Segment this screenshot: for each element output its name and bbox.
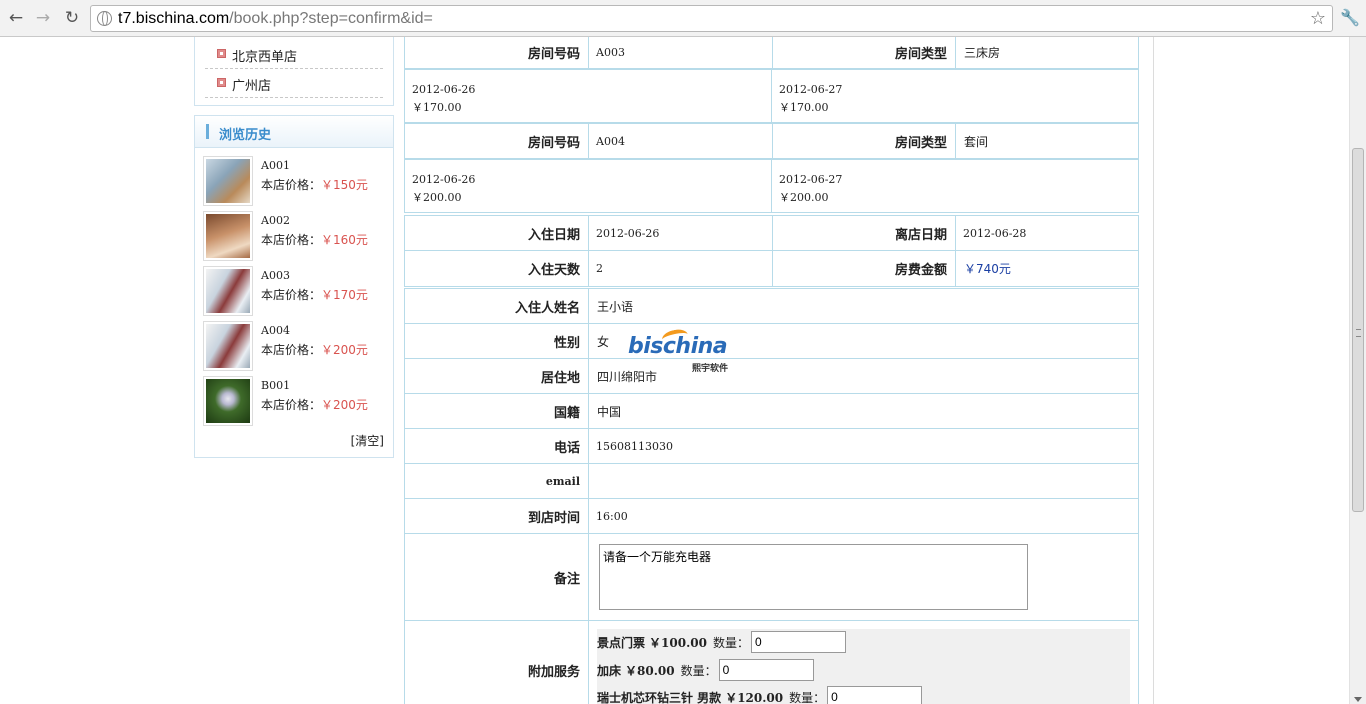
room-daily-price-table: 2012-06-26 ￥170.00 2012-06-27 ￥170.00 (404, 69, 1139, 123)
phone-value: 15608113030 (596, 439, 673, 453)
arrival-time-label: 到店时间 (405, 499, 589, 533)
price-date: 2012-06-27 (779, 83, 843, 96)
extra-services-panel: 景点门票 ￥100.00 数量： 加床 ￥80.00 数量： 瑞士机芯环钻三针 … (597, 629, 1130, 704)
store-list: 北京西单店 广州店 (194, 37, 394, 106)
price-date: 2012-06-27 (779, 173, 843, 186)
address-label: 居住地 (405, 359, 589, 393)
globe-icon (97, 11, 112, 26)
stay-summary-table: 入住日期 2012-06-26 离店日期 2012-06-28 入住天数 2 房… (404, 215, 1139, 287)
store-item[interactable]: 广州店 (205, 69, 383, 98)
room-daily-price-table: 2012-06-26 ￥200.00 2012-06-27 ￥200.00 (404, 159, 1139, 213)
history-item[interactable]: A001 本店价格：￥150元 (203, 156, 389, 206)
guest-name-label: 入住人姓名 (405, 289, 589, 323)
extra-services-label: 附加服务 (405, 621, 589, 704)
price-amount: ￥200.00 (412, 191, 462, 204)
nationality-value: 中国 (597, 404, 622, 419)
gender-label: 性别 (405, 324, 589, 358)
service-item: 景点门票 ￥100.00 数量： (597, 631, 846, 653)
room-thumbnail[interactable] (203, 321, 253, 371)
history-item[interactable]: A004 本店价格：￥200元 (203, 321, 389, 371)
guest-name-value: 王小语 (597, 299, 634, 314)
history-item[interactable]: A002 本店价格：￥160元 (203, 211, 389, 261)
room-thumbnail[interactable] (203, 266, 253, 316)
browse-history-panel: 浏览历史 A001 本店价格：￥150元 A002 本店价格：￥160元 A00… (194, 115, 394, 458)
price-amount: ￥170.00 (779, 101, 829, 114)
service-quantity-input[interactable] (827, 686, 923, 704)
history-item[interactable]: B001 本店价格：￥200元 (203, 376, 389, 426)
remark-textarea[interactable] (599, 544, 1028, 610)
history-item[interactable]: A003 本店价格：￥170元 (203, 266, 389, 316)
arrival-time-value: 16:00 (596, 509, 628, 523)
email-value (589, 464, 1138, 498)
room-number-value: A004 (589, 124, 773, 158)
room-thumbnail[interactable] (203, 156, 253, 206)
days-value: 2 (589, 251, 773, 286)
service-quantity-input[interactable] (718, 659, 814, 681)
address-bar[interactable]: t7.bischina.com/book.php?step=confirm&id… (90, 5, 1333, 32)
room-type-label: 房间类型 (773, 124, 956, 158)
wrench-menu-icon[interactable]: 🔧 (1340, 8, 1360, 27)
price-amount: ￥200.00 (779, 191, 829, 204)
browser-toolbar: ← → ↻ t7.bischina.com/book.php?step=conf… (0, 0, 1366, 37)
checkin-value: 2012-06-26 (589, 216, 773, 250)
address-url[interactable]: t7.bischina.com/book.php?step=confirm&id… (118, 9, 433, 29)
bischina-watermark-logo: bischina 熙宇软件 (628, 327, 740, 374)
room-type-value: 三床房 (964, 46, 1001, 60)
back-arrow-icon[interactable]: ← (6, 8, 26, 28)
room-type-value: 套间 (964, 134, 989, 149)
remark-cell (589, 534, 1138, 620)
daily-price-cell: 2012-06-26 ￥200.00 (405, 160, 772, 212)
booking-confirm-panel: 房间号码 A003 房间类型 三床房 2012-06-26 ￥170.00 20… (404, 37, 1154, 704)
price-date: 2012-06-26 (412, 83, 476, 96)
history-header: 浏览历史 (195, 116, 393, 148)
price-date: 2012-06-26 (412, 173, 476, 186)
vertical-scrollbar[interactable] (1349, 37, 1366, 704)
room-info-table: 房间号码 A003 房间类型 三床房 (404, 37, 1139, 69)
room-thumbnail[interactable] (203, 376, 253, 426)
daily-price-cell: 2012-06-27 ￥170.00 (772, 70, 1138, 122)
total-value: ￥740元 (964, 262, 1011, 276)
bullet-icon (217, 78, 226, 87)
forward-arrow-icon[interactable]: → (33, 8, 53, 28)
remark-label: 备注 (405, 534, 589, 620)
guest-info-table: 入住人姓名 王小语 性别 女 居住地 四川绵阳市 国籍 中国 电话 156081… (404, 288, 1139, 704)
days-label: 入住天数 (405, 251, 589, 286)
checkout-value: 2012-06-28 (963, 226, 1027, 240)
history-title: 浏览历史 (219, 128, 272, 143)
price-amount: ￥170.00 (412, 101, 462, 114)
daily-price-cell: 2012-06-27 ￥200.00 (772, 160, 1138, 212)
total-label: 房费金额 (773, 251, 956, 286)
scroll-down-arrow-icon[interactable] (1354, 697, 1362, 702)
room-thumbnail[interactable] (203, 211, 253, 261)
room-type-label: 房间类型 (773, 37, 956, 68)
email-label: email (405, 464, 589, 498)
daily-price-cell: 2012-06-26 ￥170.00 (405, 70, 772, 122)
phone-label: 电话 (405, 429, 589, 463)
service-item: 加床 ￥80.00 数量： (597, 659, 814, 681)
room-number-label: 房间号码 (405, 124, 589, 158)
service-item: 瑞士机芯环钻三针 男款 ￥120.00 数量： (597, 686, 923, 704)
room-info-table: 房间号码 A004 房间类型 套间 (404, 123, 1139, 159)
checkin-label: 入住日期 (405, 216, 589, 250)
checkout-label: 离店日期 (773, 216, 956, 250)
nationality-label: 国籍 (405, 394, 589, 428)
extra-services-cell: 景点门票 ￥100.00 数量： 加床 ￥80.00 数量： 瑞士机芯环钻三针 … (589, 621, 1138, 704)
clear-history-link[interactable]: [清空] (351, 432, 384, 449)
store-item[interactable]: 北京西单店 (205, 40, 383, 69)
scrollbar-thumb[interactable] (1352, 148, 1364, 512)
reload-icon[interactable]: ↻ (62, 8, 82, 28)
room-number-value: A003 (589, 37, 773, 68)
bookmark-star-icon[interactable]: ☆ (1310, 8, 1326, 29)
service-quantity-input[interactable] (750, 631, 846, 653)
room-number-label: 房间号码 (405, 37, 589, 68)
bullet-icon (217, 49, 226, 58)
